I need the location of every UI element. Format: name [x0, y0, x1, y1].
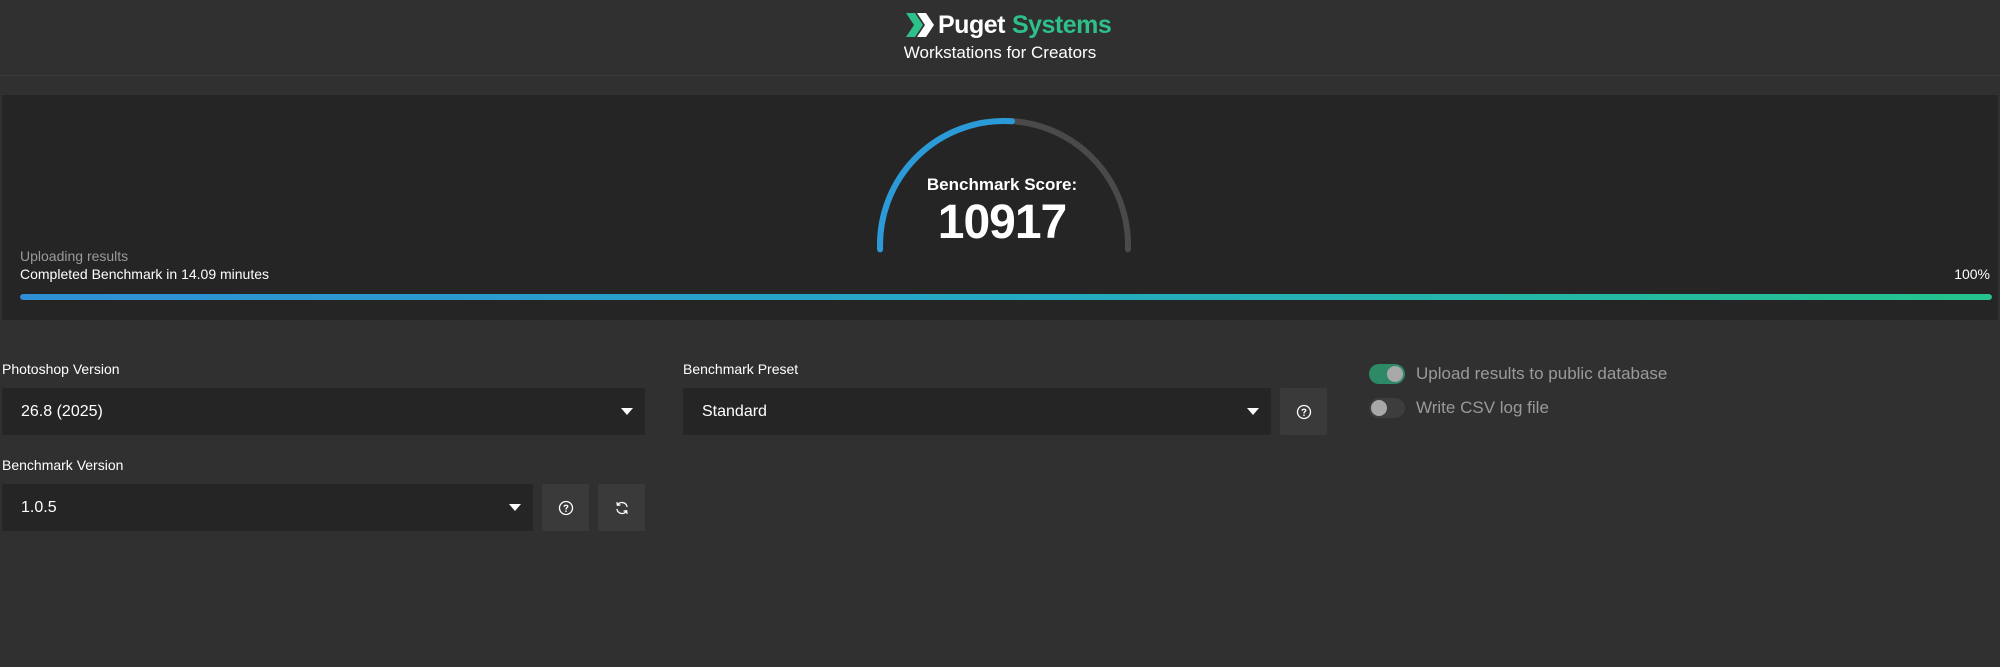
progress-percent: 100% — [1954, 266, 1990, 282]
write-csv-toggle[interactable] — [1369, 398, 1405, 418]
toggle-knob — [1371, 400, 1387, 416]
refresh-button[interactable] — [598, 484, 645, 531]
progress-bar — [20, 294, 1992, 300]
brand-logo: Puget Systems — [906, 10, 1112, 40]
brand-name: Puget Systems — [938, 10, 1112, 40]
benchmark-version-select[interactable]: 1.0.5 — [2, 484, 533, 531]
benchmark-version-label: Benchmark Version — [2, 457, 124, 473]
score-panel: Benchmark Score: 10917 Uploading results… — [2, 95, 1998, 320]
brand-primary: Puget — [938, 10, 1005, 39]
score-label: Benchmark Score: — [926, 175, 1078, 194]
question-circle-icon — [1296, 404, 1311, 419]
benchmark-preset-help-button[interactable] — [1280, 388, 1327, 435]
benchmark-version-value: 1.0.5 — [21, 498, 57, 516]
progress-bar-fill — [20, 294, 1992, 300]
toggle-knob — [1387, 366, 1403, 382]
caret-down-icon — [509, 504, 521, 511]
brand-secondary: Systems — [1011, 10, 1112, 39]
upload-results-label: Upload results to public database — [1416, 364, 1668, 383]
benchmark-preset-label: Benchmark Preset — [683, 361, 799, 377]
completed-status-text: Completed Benchmark in 14.09 minutes — [20, 266, 270, 282]
refresh-icon — [615, 501, 628, 514]
photoshop-version-select[interactable]: 26.8 (2025) — [2, 388, 645, 435]
write-csv-label: Write CSV log file — [1416, 398, 1549, 417]
caret-down-icon — [1247, 408, 1259, 415]
upload-results-toggle[interactable] — [1369, 364, 1405, 384]
app-header: Puget Systems Workstations for Creators — [0, 0, 2000, 76]
benchmark-preset-select[interactable]: Standard — [683, 388, 1271, 435]
benchmark-version-help-button[interactable] — [542, 484, 589, 531]
question-circle-icon — [558, 500, 573, 515]
photoshop-version-label: Photoshop Version — [2, 361, 120, 377]
caret-down-icon — [621, 408, 633, 415]
score-value: 10917 — [937, 196, 1067, 249]
brand-tagline: Workstations for Creators — [903, 43, 1097, 62]
write-csv-toggle-row[interactable]: Write CSV log file — [1369, 398, 1549, 418]
upload-status-text: Uploading results — [20, 248, 129, 264]
benchmark-preset-value: Standard — [702, 402, 767, 420]
chevron-logo-icon — [906, 13, 934, 37]
photoshop-version-value: 26.8 (2025) — [21, 402, 103, 420]
upload-results-toggle-row[interactable]: Upload results to public database — [1369, 364, 1667, 384]
